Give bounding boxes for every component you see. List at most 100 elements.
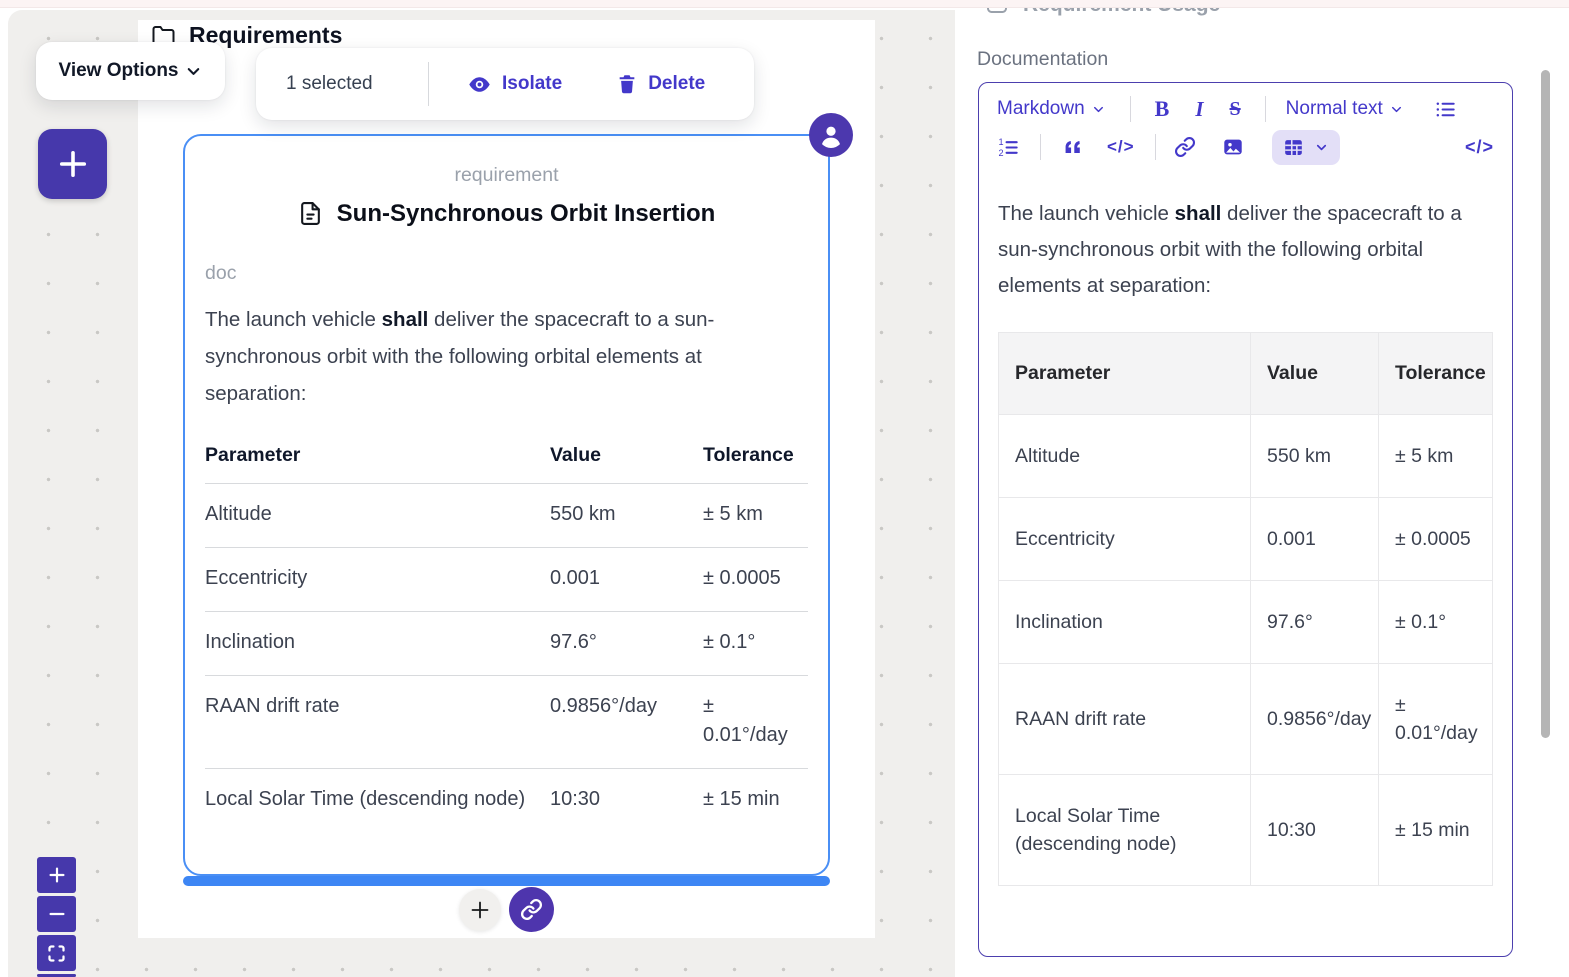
table-cell[interactable]: Eccentricity [999,498,1251,581]
markdown-mode-select[interactable]: Markdown [997,98,1106,120]
fit-view-button[interactable] [37,935,76,971]
table-cell: ± 15 min [703,769,808,833]
toolbar-divider [1040,134,1041,160]
toolbar-divider [1130,96,1131,122]
table-cell: ± 0.0005 [703,548,808,612]
bullet-list-button[interactable] [1434,98,1457,121]
insert-table-button[interactable] [1272,130,1340,165]
fit-view-icon [46,943,67,964]
details-panel: Requirement Usage Documentation Markdown… [955,0,1569,977]
connect-relationship-button[interactable] [509,887,554,932]
toolbar-divider [1155,134,1156,160]
isolate-button[interactable]: Isolate [467,72,562,97]
table-row: Inclination97.6°± 0.1° [999,581,1493,664]
bullet-list-icon [1434,98,1457,121]
svg-text:1: 1 [998,137,1003,147]
text-style-label: Normal text [1286,98,1383,120]
add-node-button[interactable] [38,129,107,199]
zoom-out-button[interactable] [37,896,76,932]
card-doc-label: doc [205,262,808,285]
table-header-cell[interactable]: Value [1251,333,1379,415]
table-cell[interactable]: ± 15 min [1379,775,1493,886]
table-row: Altitude550 km± 5 km [205,484,808,548]
table-cell[interactable]: 10:30 [1251,775,1379,886]
editor-body-bold: shall [1175,202,1222,225]
image-icon [1222,136,1244,158]
add-related-button[interactable] [459,889,501,931]
table-cell: 550 km [550,484,703,548]
orbital-elements-table: ParameterValueToleranceAltitude550 km± 5… [205,444,808,832]
card-title-row: Sun-Synchronous Orbit Insertion [185,199,828,228]
toolbar-divider [428,62,429,106]
table-row: RAAN drift rate0.9856°/day± 0.01°/day [999,664,1493,775]
table-cell: Local Solar Time (descending node) [205,769,550,833]
table-cell[interactable]: ± 0.0005 [1379,498,1493,581]
file-text-icon [298,199,323,228]
view-options-button[interactable]: View Options [36,42,225,100]
editor-content[interactable]: The launch vehicle shall deliver the spa… [979,166,1512,886]
delete-button[interactable]: Delete [616,72,705,96]
table-header-cell: Parameter [205,444,550,484]
inline-code-button[interactable]: </> [1107,137,1135,157]
table-cell[interactable]: 0.9856°/day [1251,664,1379,775]
table-cell: 0.001 [550,548,703,612]
delete-label: Delete [648,73,705,95]
table-cell[interactable]: RAAN drift rate [999,664,1251,775]
card-body-text: The launch vehicle shall deliver the spa… [205,301,805,412]
trash-icon [616,72,638,96]
chevron-down-icon [1389,102,1404,117]
table-header-cell[interactable]: Tolerance [1379,333,1493,415]
chevron-down-icon [1314,140,1329,155]
plus-icon [46,864,68,886]
table-cell[interactable]: Altitude [999,415,1251,498]
editor-toolbar-row-1: Markdown B I S Normal text [979,90,1512,128]
bold-button[interactable]: B [1155,96,1170,122]
svg-text:2: 2 [998,148,1003,158]
insert-image-button[interactable] [1222,136,1244,158]
zoom-in-button[interactable] [37,857,76,893]
selected-count: 1 selected [286,73,428,95]
panel-scrollbar-thumb[interactable] [1541,70,1550,738]
table-row: Inclination97.6°± 0.1° [205,612,808,676]
table-cell[interactable]: 550 km [1251,415,1379,498]
link-icon [1174,136,1196,158]
table-row: Eccentricity0.001± 0.0005 [205,548,808,612]
editor-toolbar-row-2: 1 2 </> [979,128,1512,166]
table-cell: 0.9856°/day [550,676,703,769]
table-cell[interactable]: ± 0.1° [1379,581,1493,664]
eye-icon [467,72,492,97]
table-header-cell[interactable]: Parameter [999,333,1251,415]
table-icon [1283,137,1304,158]
table-cell[interactable]: 0.001 [1251,498,1379,581]
table-header-row: ParameterValueTolerance [205,444,808,484]
table-cell[interactable]: 97.6° [1251,581,1379,664]
table-cell[interactable]: ± 0.01°/day [1379,664,1493,775]
card-selection-bar [183,876,830,886]
table-header-row: ParameterValueTolerance [999,333,1493,415]
table-row: Local Solar Time (descending node)10:30±… [205,769,808,833]
table-cell[interactable]: Inclination [999,581,1251,664]
requirement-card[interactable]: requirement Sun-Synchronous Orbit Insert… [183,134,830,876]
blockquote-button[interactable] [1061,136,1083,158]
table-cell[interactable]: Local Solar Time (descending node) [999,775,1251,886]
collaborator-avatar [809,113,853,157]
table-cell[interactable]: ± 5 km [1379,415,1493,498]
view-options-label: View Options [58,60,178,82]
table-cell: 10:30 [550,769,703,833]
documentation-editor: Markdown B I S Normal text [978,82,1513,957]
plus-icon [55,146,91,182]
toolbar-divider [1265,96,1266,122]
insert-link-button[interactable] [1174,136,1196,158]
table-cell: 97.6° [550,612,703,676]
numbered-list-button[interactable]: 1 2 [997,136,1020,159]
table-cell: ± 0.1° [703,612,808,676]
card-kind-label: requirement [185,164,828,187]
top-strip [0,0,1569,8]
italic-button[interactable]: I [1195,97,1203,122]
isolate-label: Isolate [502,73,562,95]
source-code-view-button[interactable]: </> [1465,137,1494,158]
strikethrough-button[interactable]: S [1230,98,1241,121]
text-style-select[interactable]: Normal text [1286,98,1404,120]
editor-orbital-elements-table: ParameterValueToleranceAltitude550 km± 5… [998,332,1493,886]
link-icon [520,898,543,921]
